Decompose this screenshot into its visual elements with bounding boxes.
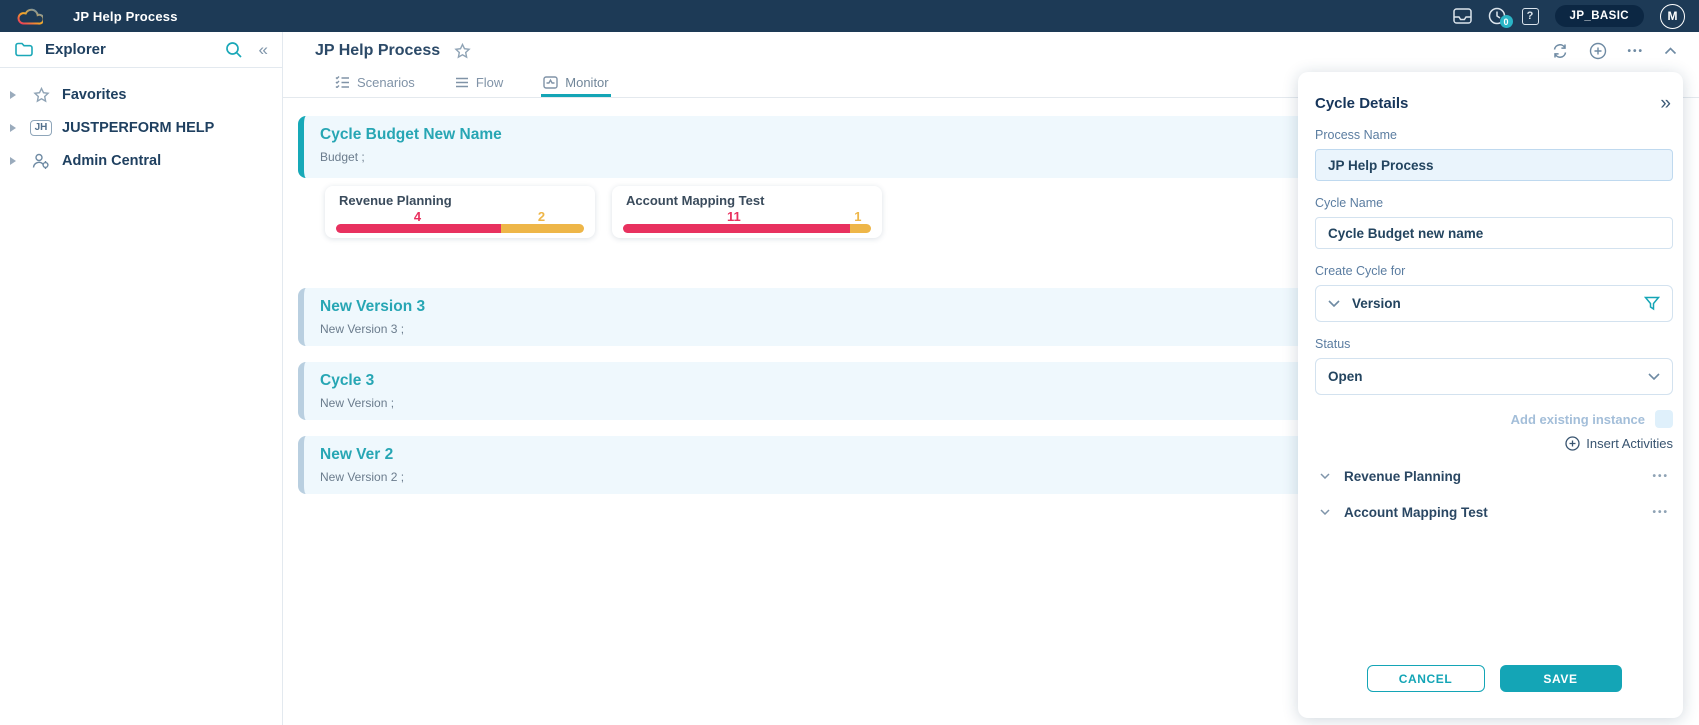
explorer-header: Explorer « (0, 32, 282, 68)
sidebar-item-label: Admin Central (62, 153, 161, 169)
user-gear-icon (28, 153, 54, 169)
add-existing-instance-row: Add existing instance (1315, 410, 1673, 428)
tab-scenarios[interactable]: Scenarios (333, 70, 417, 97)
plus-circle-icon (1565, 436, 1580, 451)
progress-segment-primary (336, 224, 501, 233)
header-toolbar: ••• (1551, 42, 1677, 60)
workspace-initials-badge: JH (28, 120, 54, 136)
page-title: JP Help Process (315, 42, 440, 60)
secondary-count: 2 (499, 209, 584, 224)
expand-arrow-icon[interactable] (10, 157, 20, 165)
insert-activities-label: Insert Activities (1586, 436, 1673, 451)
cycle-name-field[interactable] (1315, 217, 1673, 249)
process-name-field[interactable] (1315, 149, 1673, 181)
collapse-sidebar-icon[interactable]: « (259, 41, 268, 58)
main-area: JP Help Process ••• (283, 32, 1699, 725)
expand-arrow-icon[interactable] (10, 91, 20, 99)
notification-badge: 0 (1500, 15, 1513, 28)
favorite-star-icon[interactable] (454, 43, 471, 59)
recent-activity-clock-icon[interactable]: 0 (1488, 7, 1506, 25)
activity-progress-bar (336, 224, 584, 233)
panel-title: Cycle Details (1315, 95, 1408, 112)
cancel-button[interactable]: CANCEL (1367, 665, 1485, 692)
activity-card-account-mapping-test[interactable]: Account Mapping Test 11 1 (612, 186, 882, 238)
more-options-icon[interactable]: ••• (1652, 507, 1669, 518)
navbar-actions: 0 ? JP_BASIC M (1453, 4, 1685, 29)
more-options-icon[interactable]: ••• (1627, 46, 1644, 57)
refresh-icon[interactable] (1551, 43, 1569, 59)
create-cycle-for-label: Create Cycle for (1315, 264, 1673, 278)
tab-monitor[interactable]: Monitor (541, 70, 610, 97)
status-select[interactable]: Open (1315, 358, 1673, 395)
cycle-name-label: Cycle Name (1315, 196, 1673, 210)
more-options-icon[interactable]: ••• (1652, 471, 1669, 482)
collapse-panel-icon[interactable]: » (1660, 94, 1671, 113)
search-icon[interactable] (225, 41, 243, 59)
panel-buttons: CANCEL SAVE (1315, 665, 1673, 700)
inbox-icon[interactable] (1453, 8, 1472, 24)
expand-arrow-icon[interactable] (10, 124, 20, 132)
sidebar-item-label: JUSTPERFORM HELP (62, 120, 214, 136)
add-circle-icon[interactable] (1589, 42, 1607, 60)
explorer-tree: Favorites JH JUSTPERFORM HELP Admin Cent… (0, 68, 282, 177)
create-cycle-for-select[interactable]: Version (1315, 285, 1673, 322)
sidebar-item-label: Favorites (62, 87, 126, 103)
collapse-up-icon[interactable] (1664, 47, 1677, 55)
folder-icon (15, 42, 33, 57)
insert-activities-button[interactable]: Insert Activities (1315, 436, 1673, 451)
help-icon[interactable]: ? (1522, 8, 1539, 25)
environment-badge[interactable]: JP_BASIC (1555, 5, 1644, 27)
panel-activity-row-revenue-planning[interactable]: Revenue Planning ••• (1315, 465, 1673, 487)
primary-count: 11 (623, 209, 845, 224)
activity-counts: 4 2 (336, 209, 584, 224)
activity-progress-bar (623, 224, 871, 233)
chevron-down-icon (1328, 300, 1340, 307)
save-button[interactable]: SAVE (1500, 665, 1622, 692)
add-existing-instance-label: Add existing instance (1511, 412, 1645, 427)
sidebar-item-justperform-help[interactable]: JH JUSTPERFORM HELP (0, 111, 282, 144)
app-body: Explorer « Favorites J (0, 32, 1699, 725)
primary-count: 4 (336, 209, 499, 224)
sidebar-item-admin-central[interactable]: Admin Central (0, 144, 282, 177)
status-value: Open (1328, 369, 1648, 384)
progress-segment-secondary (501, 224, 584, 233)
activity-name: Account Mapping Test (626, 193, 871, 208)
progress-segment-primary (623, 224, 850, 233)
app-logo-icon[interactable] (16, 7, 43, 26)
process-name-label: Process Name (1315, 128, 1673, 142)
sidebar-item-favorites[interactable]: Favorites (0, 78, 282, 111)
panel-header: Cycle Details » (1315, 94, 1673, 113)
panel-spacer (1315, 523, 1673, 665)
activity-counts: 11 1 (623, 209, 871, 224)
progress-segment-secondary (850, 224, 871, 233)
filter-icon[interactable] (1644, 296, 1660, 311)
activity-card-revenue-planning[interactable]: Revenue Planning 4 2 (325, 186, 595, 238)
chevron-down-icon (1648, 373, 1660, 380)
secondary-count: 1 (845, 209, 871, 224)
top-navbar: JP Help Process 0 ? JP_BASIC M (0, 0, 1699, 32)
status-label: Status (1315, 337, 1673, 351)
panel-activity-row-account-mapping-test[interactable]: Account Mapping Test ••• (1315, 501, 1673, 523)
explorer-title: Explorer (45, 41, 225, 58)
tab-flow[interactable]: Flow (453, 70, 505, 97)
chevron-down-icon[interactable] (1320, 473, 1330, 479)
cycle-details-panel: Cycle Details » Process Name Cycle Name … (1298, 72, 1683, 718)
star-icon (28, 87, 54, 103)
navbar-title: JP Help Process (73, 9, 178, 24)
panel-activity-name: Account Mapping Test (1344, 505, 1652, 520)
add-existing-instance-checkbox[interactable] (1655, 410, 1673, 428)
panel-activity-name: Revenue Planning (1344, 469, 1652, 484)
activity-name: Revenue Planning (339, 193, 584, 208)
chevron-down-icon[interactable] (1320, 509, 1330, 515)
explorer-sidebar: Explorer « Favorites J (0, 32, 283, 725)
process-header: JP Help Process ••• (283, 32, 1699, 70)
user-avatar[interactable]: M (1660, 4, 1685, 29)
create-cycle-for-value: Version (1352, 296, 1644, 311)
